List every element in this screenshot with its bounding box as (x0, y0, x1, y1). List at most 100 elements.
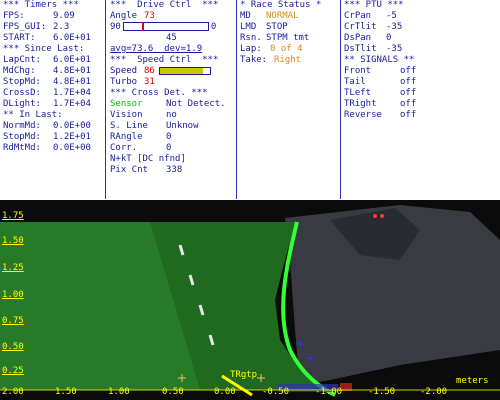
vision-value: no (166, 110, 177, 120)
normmd-value: 0.0E+00 (53, 121, 91, 131)
dstilt-label: DsTlit (344, 44, 377, 54)
lap-label: Lap: (240, 44, 262, 54)
slider-mid: 45 (166, 33, 177, 43)
stopmd-value: 4.8E+01 (53, 77, 91, 87)
angle-slider-knob[interactable] (141, 22, 144, 31)
x-tick: -0.50 (262, 387, 290, 397)
signals-title: ** SIGNALS ** (344, 55, 415, 65)
turbo-value: 31 (144, 77, 155, 87)
start-value: 6.0E+01 (53, 33, 91, 43)
sline-label: S. Line (110, 121, 148, 131)
fps-label: FPS: (3, 11, 25, 21)
y-tick: 1.00 (2, 290, 24, 300)
in-last-title: ** In Last: (3, 110, 63, 120)
md-label: MD (240, 11, 251, 21)
panel-divider (105, 0, 106, 199)
corr-label: Corr. (110, 143, 138, 153)
front-label: Front (344, 66, 372, 76)
mdchg-label: MdChg: (3, 66, 36, 76)
corr-value: 0 (166, 143, 172, 153)
y-tick: 1.50 (2, 236, 24, 246)
units-label: meters (456, 376, 489, 386)
y-tick: 1.25 (2, 263, 24, 273)
pix-label: Pix Cnt (110, 165, 148, 175)
angle-label: Angle (110, 11, 138, 21)
timers-panel: *** Timers *** FPS: 9.09 FPS_GUI: 2.3 STAR… (3, 0, 103, 199)
rangle-label: RAngle (110, 132, 143, 142)
stopmd2-value: 1.2E+01 (53, 132, 91, 142)
red-dot (373, 214, 377, 218)
y-tick: 0.50 (2, 342, 24, 352)
angle-slider[interactable] (122, 22, 209, 31)
nkt-status: N+kT [DC nfnd] (110, 154, 186, 164)
rsn-label: Rsn. (240, 33, 262, 43)
md-value: NORMAL (266, 11, 299, 21)
crpan-value: -5 (386, 11, 397, 21)
dspan-label: DsPan (344, 33, 372, 43)
mdchg-value: 4.8E+01 (53, 66, 91, 76)
reverse-label: Reverse (344, 110, 382, 120)
lapcnt-value: 6.0E+01 (53, 55, 91, 65)
avg-dev: avg=73.6 dev=1.9 (110, 44, 203, 54)
x-tick: 1.00 (108, 387, 130, 397)
crpan-label: CrPan (344, 11, 372, 21)
race-title: * Race Status * (240, 0, 322, 10)
lap-value: 0 of 4 (270, 44, 303, 54)
tright-value: off (400, 99, 417, 109)
speed-value: 86 (144, 66, 155, 76)
ptu-title: *** PTU *** (344, 0, 404, 10)
sline-value: Unknow (166, 121, 199, 131)
lmd-value: STOP (266, 22, 288, 32)
x-tick: -2.00 (420, 387, 448, 397)
race-status-panel: * Race Status * MD NORMAL LMD STOP Rsn. STP… (240, 0, 338, 199)
lmd-label: LMD (240, 22, 257, 32)
rsn-value: STPM tmt (266, 33, 310, 43)
dstilt-value: -35 (386, 44, 403, 54)
camera-view[interactable]: TRgtp (0, 200, 500, 400)
x-tick: 0.00 (214, 387, 236, 397)
speed-gauge-fill (159, 67, 203, 74)
dlight-value: 1.7E+04 (53, 99, 91, 109)
sensor-value: Not Detect. (166, 99, 226, 109)
tright-label: TRight (344, 99, 377, 109)
panel-divider (340, 0, 341, 199)
crtilt-label: CrTlit (344, 22, 377, 32)
speed-title: *** Speed Ctrl *** (110, 55, 219, 65)
fps-value: 9.09 (53, 11, 75, 21)
tleft-label: TLeft (344, 88, 372, 98)
tail-value: off (400, 77, 417, 87)
red-dot (380, 214, 384, 218)
rdmtmd-label: RdMtMd: (3, 143, 41, 153)
rdmtmd-value: 0.0E+00 (53, 143, 91, 153)
reverse-value: off (400, 110, 417, 120)
take-label: Take: (240, 55, 268, 65)
y-tick: 1.75 (2, 211, 24, 221)
speed-gauge (158, 66, 211, 75)
track-overlay: TRgtp (0, 200, 500, 400)
drive-title: *** Drive Ctrl *** (110, 0, 219, 10)
rangle-value: 0 (166, 132, 172, 142)
crossd-label: CrossD: (3, 88, 41, 98)
speed-label: Speed (110, 66, 138, 76)
y-tick: 0.75 (2, 316, 24, 326)
take-value: Right (274, 55, 302, 65)
pix-value: 338 (166, 165, 183, 175)
panel-divider (236, 0, 237, 199)
y-tick: 0.25 (2, 366, 24, 376)
x-tick: 1.50 (55, 387, 77, 397)
vision-label: Vision (110, 110, 143, 120)
turbo-label: Turbo (110, 77, 138, 87)
crtilt-value: -35 (386, 22, 403, 32)
slider-min: 90 (110, 22, 121, 32)
start-label: START: (3, 33, 36, 43)
drive-ctrl-panel: *** Drive Ctrl *** Angle 73 90 0 45 avg=73… (110, 0, 234, 199)
fpsgui-label: FPS_GUI: (3, 22, 47, 32)
dspan-value: 0 (386, 33, 392, 43)
x-tick: 0.50 (162, 387, 184, 397)
crossd-value: 1.7E+04 (53, 88, 91, 98)
since-last-title: *** Since Last: (3, 44, 85, 54)
normmd-label: NormMd: (3, 121, 41, 131)
timers-title: *** Timers *** (3, 0, 79, 10)
x-tick: -1.00 (315, 387, 343, 397)
x-tick: 2.00 (2, 387, 24, 397)
